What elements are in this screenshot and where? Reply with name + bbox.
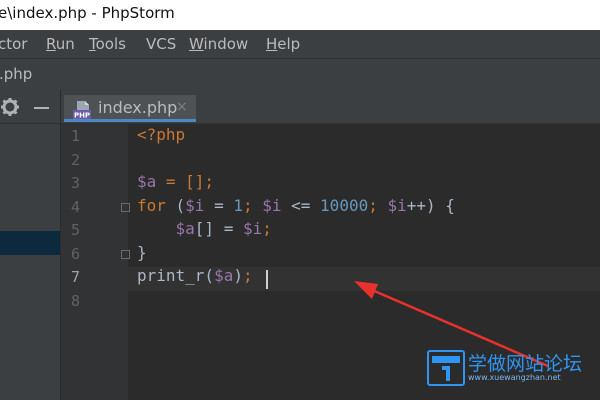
annotation-arrow — [354, 281, 549, 368]
watermark-text: 学做网站论坛 — [468, 353, 583, 375]
watermark-url: www.xuewangzhan.net — [468, 373, 561, 382]
